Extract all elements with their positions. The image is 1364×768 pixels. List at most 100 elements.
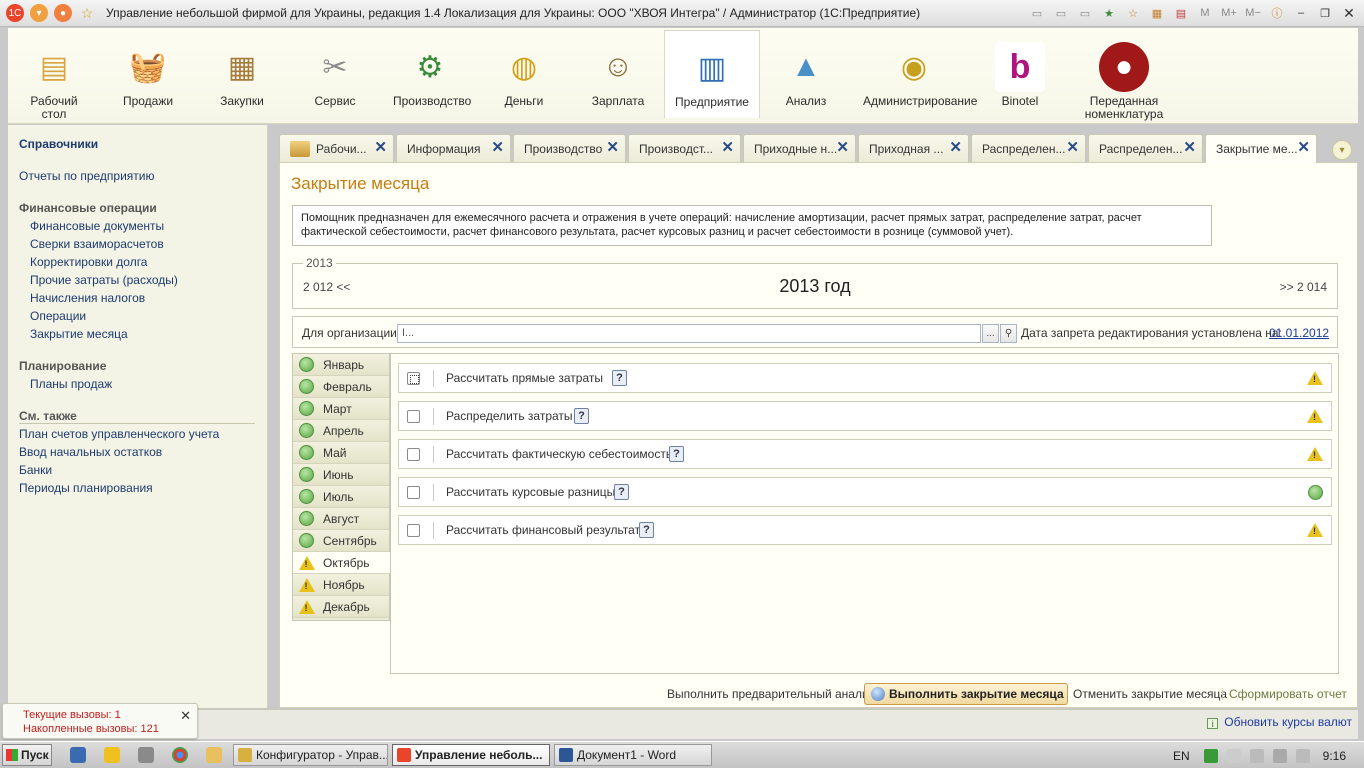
nav-item-finance[interactable]: Прочие затраты (расходы) bbox=[30, 273, 178, 287]
nav-item-reports[interactable]: Отчеты по предприятию bbox=[19, 169, 154, 183]
calculator-icon[interactable]: ▦ bbox=[1148, 4, 1166, 22]
close-tab-icon[interactable]: ✕ bbox=[374, 140, 387, 155]
tab-1[interactable]: Рабочи... ✕ bbox=[279, 134, 394, 162]
memory-m-icon[interactable]: M bbox=[1196, 4, 1214, 22]
network-tray-icon[interactable] bbox=[1272, 748, 1287, 763]
section-1[interactable]: ▤ Рабочий стол bbox=[17, 36, 91, 122]
close-tab-icon[interactable]: ✕ bbox=[1183, 140, 1196, 155]
month-item[interactable]: Ноябрь bbox=[293, 574, 389, 596]
explorer-icon[interactable] bbox=[206, 747, 222, 763]
powershell-icon[interactable] bbox=[70, 747, 86, 763]
month-item[interactable]: Февраль bbox=[293, 376, 389, 398]
close-icon[interactable]: ✕ bbox=[1340, 4, 1358, 22]
close-tab-icon[interactable]: ✕ bbox=[721, 140, 734, 155]
operation-checkbox[interactable] bbox=[407, 410, 420, 423]
section-8[interactable]: ▥ Предприятие bbox=[664, 30, 760, 118]
month-item[interactable]: Май bbox=[293, 442, 389, 464]
close-tab-icon[interactable]: ✕ bbox=[1297, 140, 1310, 155]
flag-icon[interactable] bbox=[1226, 748, 1241, 763]
nav-item-see-also[interactable]: Банки bbox=[19, 463, 52, 477]
add-favorite-icon[interactable]: ★ bbox=[1100, 4, 1118, 22]
month-item[interactable]: Сентябрь bbox=[293, 530, 389, 552]
nav-item-finance[interactable]: Операции bbox=[30, 309, 86, 323]
month-item[interactable]: Март bbox=[293, 398, 389, 420]
nav-item-finance[interactable]: Сверки взаиморасчетов bbox=[30, 237, 164, 251]
minimize-icon[interactable]: – bbox=[1292, 4, 1310, 22]
section-6[interactable]: ◍ Деньги bbox=[487, 36, 561, 122]
close-tab-icon[interactable]: ✕ bbox=[1066, 140, 1079, 155]
help-icon[interactable]: ? bbox=[614, 484, 629, 500]
favorites-star-icon[interactable]: ☆ bbox=[78, 4, 96, 22]
close-tab-icon[interactable]: ✕ bbox=[949, 140, 962, 155]
nav-heading-catalogs[interactable]: Справочники bbox=[19, 137, 98, 151]
section-7[interactable]: ☺ Зарплата bbox=[581, 36, 655, 122]
nav-item-see-also[interactable]: Периоды планирования bbox=[19, 481, 153, 495]
memory-plus-icon[interactable]: M+ bbox=[1220, 4, 1238, 22]
section-5[interactable]: ⚙ Производство bbox=[393, 36, 471, 122]
app-logo-icon[interactable]: 1С bbox=[6, 4, 24, 22]
info-icon[interactable]: ⓘ bbox=[1268, 4, 1286, 22]
nav-item-sales-plans[interactable]: Планы продаж bbox=[30, 377, 112, 391]
cancel-closing-button[interactable]: Отменить закрытие месяца bbox=[1073, 687, 1227, 701]
operation-checkbox[interactable] bbox=[407, 372, 420, 385]
help-icon[interactable]: ? bbox=[669, 446, 684, 462]
month-item[interactable]: Январь bbox=[293, 354, 389, 376]
main-menu-icon[interactable]: ▾ bbox=[30, 4, 48, 22]
tab-5[interactable]: Приходные н... ✕ bbox=[743, 134, 856, 162]
preliminary-analysis-button[interactable]: Выполнить предварительный анализ bbox=[667, 687, 874, 701]
lock-date-link[interactable]: 01.01.2012 bbox=[1269, 326, 1329, 340]
close-tab-icon[interactable]: ✕ bbox=[606, 140, 619, 155]
operation-checkbox[interactable] bbox=[407, 448, 420, 461]
restore-icon[interactable]: ❐ bbox=[1316, 4, 1334, 22]
tab-7[interactable]: Распределен... ✕ bbox=[971, 134, 1086, 162]
volume-icon[interactable] bbox=[1295, 748, 1310, 763]
network-icon[interactable] bbox=[138, 747, 154, 763]
execute-closing-button[interactable]: Выполнить закрытие месяца bbox=[864, 683, 1068, 705]
history-icon[interactable]: ● bbox=[54, 4, 72, 22]
month-item[interactable]: Июль bbox=[293, 486, 389, 508]
generate-report-button[interactable]: Сформировать отчет bbox=[1229, 687, 1347, 701]
section-2[interactable]: 🧺 Продажи bbox=[111, 36, 185, 122]
nav-item-finance[interactable]: Закрытие месяца bbox=[30, 327, 128, 341]
help-icon[interactable]: ? bbox=[574, 408, 589, 424]
operation-checkbox[interactable] bbox=[407, 524, 420, 537]
month-item[interactable]: Октябрь bbox=[293, 552, 390, 574]
task-1c-enterprise[interactable]: Управление неболь... bbox=[392, 744, 550, 766]
month-item[interactable]: Декабрь bbox=[293, 596, 389, 618]
section-4[interactable]: ✂ Сервис bbox=[289, 36, 381, 122]
tab-6[interactable]: Приходная ... ✕ bbox=[858, 134, 969, 162]
next-year-link[interactable]: >> 2 014 bbox=[1280, 280, 1327, 294]
print-icon[interactable]: ▭ bbox=[1028, 4, 1046, 22]
preview-icon[interactable]: ▭ bbox=[1052, 4, 1070, 22]
tab-8[interactable]: Распределен... ✕ bbox=[1088, 134, 1203, 162]
tab-2[interactable]: Информация ✕ bbox=[396, 134, 511, 162]
start-button[interactable]: Пуск bbox=[2, 744, 52, 766]
task-word[interactable]: Документ1 - Word bbox=[554, 744, 712, 766]
tabs-menu-chevron-icon[interactable]: ▾ bbox=[1332, 140, 1352, 160]
save-icon[interactable]: ▭ bbox=[1076, 4, 1094, 22]
help-icon[interactable]: ? bbox=[639, 522, 654, 538]
month-item[interactable]: Апрель bbox=[293, 420, 389, 442]
help-icon[interactable]: ? bbox=[612, 370, 627, 386]
section-11[interactable]: b Binotel bbox=[983, 36, 1057, 122]
close-tab-icon[interactable]: ✕ bbox=[491, 140, 504, 155]
close-notification-icon[interactable]: ✕ bbox=[180, 708, 191, 724]
bookmark-icon[interactable]: ☆ bbox=[1124, 4, 1142, 22]
organization-field[interactable]: I... bbox=[397, 324, 981, 343]
nav-item-see-also[interactable]: План счетов управленческого учета bbox=[19, 427, 219, 441]
tab-9[interactable]: Закрытие ме... ✕ bbox=[1205, 134, 1317, 163]
operation-checkbox[interactable] bbox=[407, 486, 420, 499]
section-12[interactable]: ● Переданная номенклатура bbox=[1073, 36, 1175, 122]
close-tab-icon[interactable]: ✕ bbox=[836, 140, 849, 155]
tab-4[interactable]: Производст... ✕ bbox=[628, 134, 741, 162]
organization-select-button[interactable]: ... bbox=[982, 324, 999, 343]
section-10[interactable]: ◉ Администрирование bbox=[863, 36, 977, 122]
memory-minus-icon[interactable]: M− bbox=[1244, 4, 1262, 22]
task-configurator[interactable]: Конфигуратор - Управ... bbox=[233, 744, 388, 766]
month-item[interactable]: Июнь bbox=[293, 464, 389, 486]
update-rates-link[interactable]: i Обновить курсы валют bbox=[1207, 715, 1352, 729]
section-3[interactable]: ▦ Закупки bbox=[205, 36, 279, 122]
nav-item-finance[interactable]: Начисления налогов bbox=[30, 291, 145, 305]
search-icon[interactable]: ⚲ bbox=[1000, 324, 1017, 343]
devices-icon[interactable] bbox=[1249, 748, 1264, 763]
